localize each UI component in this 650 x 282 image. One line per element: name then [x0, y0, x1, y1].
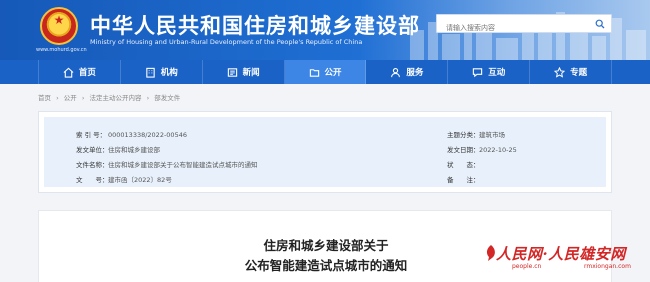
topic-icon — [554, 66, 566, 78]
site-title[interactable]: 中华人民共和国住房和城乡建设部 — [90, 10, 420, 40]
meta-label: 备 注： — [447, 176, 480, 184]
nav-label: 新闻 — [242, 68, 260, 78]
breadcrumb-separator: › — [56, 94, 59, 102]
meta-label: 索 引 号： — [76, 131, 107, 139]
breadcrumb-link-home[interactable]: 首页 — [38, 94, 51, 102]
nav-item-topics[interactable]: 专题 — [530, 60, 613, 84]
watermark-url-people: people.cn — [512, 263, 542, 270]
nav-item-news[interactable]: 新闻 — [203, 60, 285, 84]
breadcrumb-link-statutory[interactable]: 法定主动公开内容 — [90, 94, 142, 102]
meta-value: 住房和城乡建设部 — [108, 146, 160, 154]
nav-label: 首页 — [78, 68, 96, 78]
main-nav: 首页 机构 新闻 公开 服务 互动 专题 — [0, 60, 650, 84]
watermark-text: 人民网·人民雄安网 — [496, 245, 626, 263]
meta-date: 发文日期：2022-10-25 — [447, 144, 517, 154]
meta-topic: 主题分类：建筑市场 — [447, 129, 505, 139]
meta-label: 发文日期： — [447, 146, 480, 154]
nav-label: 公开 — [324, 68, 342, 78]
nav-label: 机构 — [160, 68, 178, 78]
meta-value: 2022-10-25 — [479, 146, 517, 154]
nav-label: 专题 — [570, 68, 588, 78]
meta-label: 主题分类： — [447, 131, 480, 139]
home-icon — [63, 67, 74, 78]
breadcrumb-link-open[interactable]: 公开 — [64, 94, 77, 102]
national-emblem-logo[interactable]: ★ — [40, 7, 78, 45]
meta-index-number: 索 引 号： 000013338/2022-00546 — [76, 129, 187, 139]
meta-label: 发文单位： — [76, 146, 109, 154]
breadcrumb-separator: › — [81, 94, 85, 102]
meta-value: 住房和城乡建设部关于公布智能建造试点城市的通知 — [108, 161, 258, 169]
nav-label: 互动 — [488, 68, 506, 78]
search-input[interactable] — [437, 19, 587, 37]
breadcrumb: 首页 › 公开 › 法定主动公开内容 › 部发文件 — [38, 92, 183, 102]
open-folder-icon — [309, 68, 319, 77]
nav-item-open[interactable]: 公开 — [284, 60, 367, 84]
nav-item-home[interactable]: 首页 — [38, 60, 121, 84]
breadcrumb-separator: › — [146, 94, 150, 102]
meta-label: 状 态： — [447, 161, 480, 169]
meta-document-name: 文件名称：住房和城乡建设部关于公布智能建造试点城市的通知 — [76, 159, 258, 169]
nav-item-service[interactable]: 服务 — [366, 60, 449, 84]
meta-remark: 备 注： — [447, 174, 480, 184]
nav-item-organization[interactable]: 机构 — [121, 60, 203, 84]
nav-label: 服务 — [406, 68, 424, 78]
search-icon — [595, 19, 605, 28]
emblem-url: www.mohurd.gov.cn — [36, 47, 87, 53]
site-subtitle: Ministry of Housing and Urban-Rural Deve… — [90, 38, 363, 46]
meta-status: 状 态： — [447, 159, 480, 169]
site-header: ★ www.mohurd.gov.cn 中华人民共和国住房和城乡建设部 Mini… — [0, 0, 650, 60]
search-box — [436, 14, 612, 37]
meta-label: 文件名称： — [76, 161, 109, 169]
search-button[interactable] — [589, 15, 611, 32]
meta-document-number: 文 号：建市函〔2022〕82号 — [76, 174, 172, 184]
building-icon — [146, 67, 155, 78]
breadcrumb-link-ministry-docs[interactable]: 部发文件 — [154, 94, 180, 102]
service-icon — [391, 67, 401, 77]
nav-item-interaction[interactable]: 互动 — [448, 60, 531, 84]
people-cn-watermark: 人民网·人民雄安网 people.cn rmxiongan.com — [484, 243, 646, 275]
chat-icon — [473, 67, 483, 77]
meta-value: 建筑市场 — [479, 131, 505, 139]
news-icon — [227, 67, 237, 77]
meta-value: 000013338/2022-00546 — [108, 131, 187, 139]
meta-value: 建市函〔2022〕82号 — [108, 176, 172, 184]
watermark-url-xiongan: rmxiongan.com — [584, 263, 631, 270]
document-metadata-box: 索 引 号： 000013338/2022-00546 发文单位：住房和城乡建设部… — [38, 111, 612, 193]
meta-issuer: 发文单位：住房和城乡建设部 — [76, 144, 160, 154]
meta-label: 文 号： — [76, 176, 109, 184]
document-metadata-panel: 索 引 号： 000013338/2022-00546 发文单位：住房和城乡建设部… — [44, 117, 606, 187]
